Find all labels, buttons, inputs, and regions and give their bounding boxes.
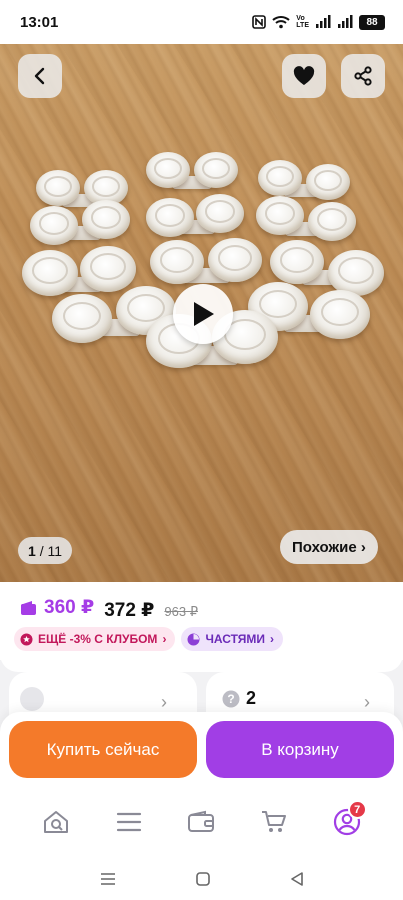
lens-case-lid [43, 175, 73, 197]
lens-case-cup [22, 250, 78, 296]
lens-case-cup [258, 160, 302, 197]
lens-case-lid [91, 175, 121, 197]
badges: ЕЩЁ -3% С КЛУБОМ › ЧАСТЯМИ › [14, 627, 284, 651]
status-time: 13:01 [20, 13, 59, 31]
wifi-icon [272, 16, 290, 29]
lens-case-lid [90, 206, 122, 230]
lens-case-lid [154, 204, 186, 228]
lens-case-lid [217, 245, 253, 271]
product-image[interactable]: 1 / 11 Похожие › [0, 44, 403, 582]
lens-case-cup [256, 196, 304, 236]
price-section: 360 ₽ 372 ₽ 963 ₽ ЕЩЁ -3% С КЛУБОМ › ЧАС… [0, 582, 403, 672]
lens-case-lid [258, 289, 298, 319]
lens-case-lid [313, 169, 343, 191]
lens-case-cup [36, 170, 80, 207]
lens-case-cup [196, 194, 244, 234]
svg-text:?: ? [227, 692, 234, 706]
lens-case-cup [146, 198, 194, 238]
lens-case-lid [320, 297, 360, 327]
lens-case-cup [310, 290, 370, 340]
back-icon[interactable] [290, 871, 304, 886]
chevron-right-icon: › [270, 632, 275, 646]
menu-icon [116, 812, 141, 832]
nfc-icon [252, 15, 267, 29]
chevron-right-icon: › [162, 632, 167, 646]
buy-now-button[interactable]: Купить сейчас [9, 721, 197, 778]
lens-case-cup [150, 240, 204, 285]
lens-case-lid [201, 157, 231, 179]
tab-home[interactable] [36, 802, 76, 842]
lens-case-cup [194, 152, 238, 189]
lens-case-lid [265, 165, 295, 187]
add-to-cart-button[interactable]: В корзину [206, 721, 394, 778]
lens-case-cup [82, 200, 130, 240]
club-icon [20, 633, 33, 645]
heart-icon [293, 66, 315, 85]
lens-case-cup [146, 152, 190, 189]
lens-case-lid [32, 257, 68, 284]
signal-icon-2 [338, 15, 353, 28]
lte-indicator: Vo LTE [296, 15, 309, 29]
lens-case-lid [316, 208, 348, 232]
lens-case-cup [52, 294, 112, 344]
lens-case-lid [338, 257, 374, 284]
system-navigation [0, 857, 403, 900]
home-search-icon [44, 811, 69, 833]
lens-case-cup [328, 250, 384, 296]
questions-count: 2 [246, 688, 257, 708]
wallet-price-value: 360 ₽ [44, 597, 95, 618]
tab-wallet[interactable] [181, 802, 221, 842]
action-bar: Купить сейчас В корзину [0, 712, 403, 787]
play-video-button[interactable] [173, 284, 233, 344]
image-counter: 1 / 11 [18, 537, 72, 564]
lens-case-cup [30, 206, 78, 246]
lens-case-lid [159, 247, 195, 273]
share-icon [354, 66, 372, 86]
tab-cart[interactable] [254, 802, 294, 842]
wallet-icon [188, 810, 215, 832]
old-price: 963 ₽ [164, 603, 198, 619]
pie-icon [187, 633, 200, 645]
price-row: 360 ₽ 372 ₽ 963 ₽ [20, 596, 198, 622]
wallet-icon [21, 600, 36, 615]
installments-badge[interactable]: ЧАСТЯМИ › [181, 627, 284, 651]
lens-case-cup [208, 238, 262, 283]
tab-catalog[interactable] [109, 802, 149, 842]
tab-profile[interactable]: 7 [327, 800, 367, 842]
cart-icon [262, 811, 287, 832]
status-bar: 13:01 Vo LTE 88 [0, 0, 403, 44]
question-icon: ? [222, 690, 240, 708]
wallet-price[interactable]: 360 ₽ [20, 596, 94, 619]
signal-icon [316, 15, 331, 28]
lens-case-lid [153, 157, 183, 179]
profile-notification-badge: 7 [347, 800, 367, 819]
bottom-tabbar: 7 [0, 787, 403, 857]
lens-case-lid [62, 301, 102, 331]
back-arrow-icon [34, 67, 45, 85]
lens-case-lid [279, 247, 315, 273]
chevron-right-icon: › [364, 692, 370, 712]
avatar-icon [20, 687, 44, 711]
share-button[interactable] [341, 54, 385, 98]
home-icon[interactable] [195, 871, 210, 886]
favorite-button[interactable] [282, 54, 326, 98]
lens-case-lid [264, 202, 296, 226]
lens-case-cup [306, 164, 350, 201]
similar-button[interactable]: Похожие › [280, 530, 378, 564]
lens-case-lid [204, 200, 236, 224]
lens-case-lid [90, 253, 126, 280]
lens-case-lid [38, 212, 70, 236]
status-icons: Vo LTE 88 [252, 14, 385, 30]
lens-case-cup [270, 240, 324, 285]
recents-icon[interactable] [100, 872, 116, 886]
lens-case-cup [80, 246, 136, 292]
battery-indicator: 88 [359, 14, 385, 30]
chevron-right-icon: › [161, 692, 167, 712]
lens-case-cup [308, 202, 356, 242]
current-price: 372 ₽ [104, 599, 155, 621]
play-icon [194, 302, 214, 326]
club-discount-badge[interactable]: ЕЩЁ -3% С КЛУБОМ › [14, 627, 176, 651]
back-button[interactable] [18, 54, 62, 98]
